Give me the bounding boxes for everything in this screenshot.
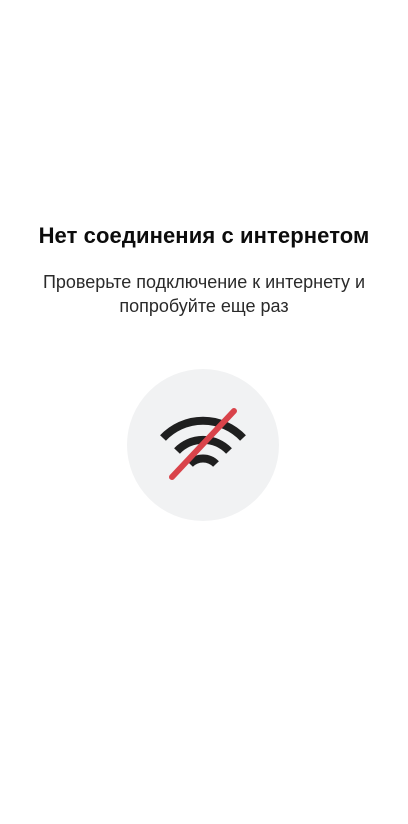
wifi-wave-inner <box>187 454 219 467</box>
wifi-wave-outer <box>160 416 246 441</box>
page-subtitle: Проверьте подключение к интернету и попр… <box>42 272 366 316</box>
wifi-off-icon <box>160 408 246 480</box>
no-connection-screen: Нет соединения с интернетом Проверьте по… <box>0 0 408 824</box>
wifi-off-icon-container <box>127 369 279 521</box>
page-title: Нет соединения с интернетом <box>38 223 370 248</box>
